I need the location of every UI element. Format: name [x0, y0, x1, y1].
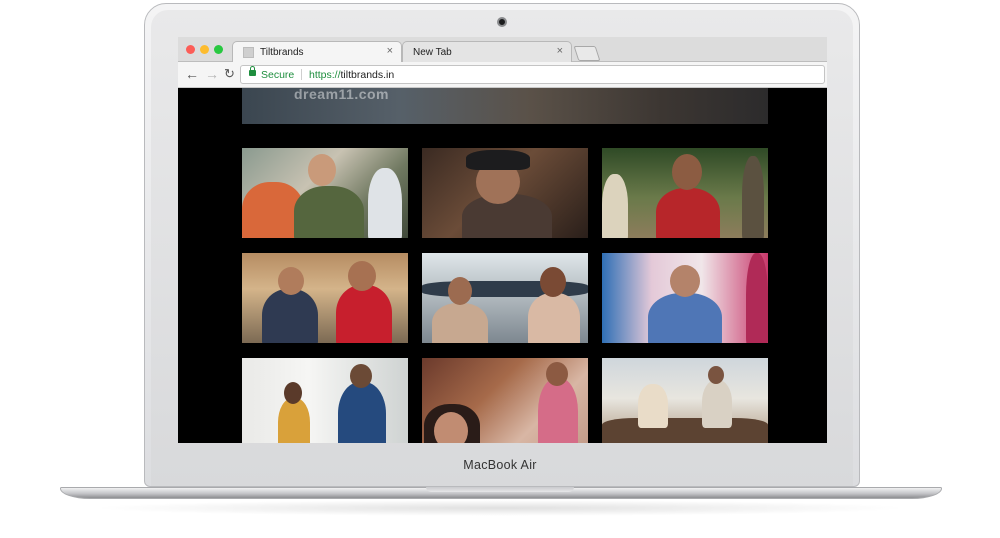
window-zoom-button[interactable] [214, 45, 223, 54]
address-bar[interactable]: Secure https://tiltbrands.in [240, 65, 825, 84]
video-thumbnail-1[interactable] [242, 148, 408, 238]
window-close-button[interactable] [186, 45, 195, 54]
laptop-opening-notch [426, 487, 574, 492]
video-thumbnail-8[interactable] [422, 358, 588, 443]
video-thumbnail-6[interactable] [602, 253, 768, 343]
url-text[interactable]: https://tiltbrands.in [309, 69, 394, 81]
window-minimize-button[interactable] [200, 45, 209, 54]
video-thumbnail-3[interactable] [602, 148, 768, 238]
close-icon[interactable]: × [557, 45, 563, 57]
webcam [497, 17, 507, 27]
secure-label: Secure [261, 69, 295, 81]
url-scheme: https:// [309, 69, 341, 81]
video-thumbnail-2[interactable] [422, 148, 588, 238]
reload-icon[interactable]: ↻ [224, 66, 235, 82]
page-viewport: dream11.com [178, 88, 827, 443]
browser-tab-bar: Tiltbrands × New Tab × [178, 37, 827, 62]
device-brand-label: MacBook Air [463, 458, 537, 472]
tab-tiltbrands[interactable]: Tiltbrands × [232, 41, 402, 62]
lock-icon [249, 66, 256, 76]
hero-banner-image[interactable]: dream11.com [242, 88, 768, 124]
close-icon[interactable]: × [387, 45, 393, 57]
address-divider [301, 69, 302, 80]
video-thumbnail-4[interactable] [242, 253, 408, 343]
banner-watermark-text: dream11.com [294, 88, 389, 102]
laptop-shadow [90, 500, 910, 516]
video-thumbnail-7[interactable] [242, 358, 408, 443]
tab-title: New Tab [413, 47, 452, 58]
video-thumbnail-5[interactable] [422, 253, 588, 343]
laptop-screen: Tiltbrands × New Tab × ← → ↻ Secure http… [178, 37, 827, 443]
new-tab-button[interactable] [573, 46, 601, 61]
url-host: tiltbrands.in [340, 69, 395, 81]
tab-title: Tiltbrands [260, 47, 304, 58]
forward-arrow-icon[interactable]: → [205, 66, 219, 82]
video-thumbnail-9[interactable] [602, 358, 768, 443]
favicon-icon [243, 47, 254, 58]
tab-new-tab[interactable]: New Tab × [402, 41, 572, 62]
browser-toolbar: ← → ↻ Secure https://tiltbrands.in [178, 62, 827, 88]
back-arrow-icon[interactable]: ← [185, 66, 199, 82]
